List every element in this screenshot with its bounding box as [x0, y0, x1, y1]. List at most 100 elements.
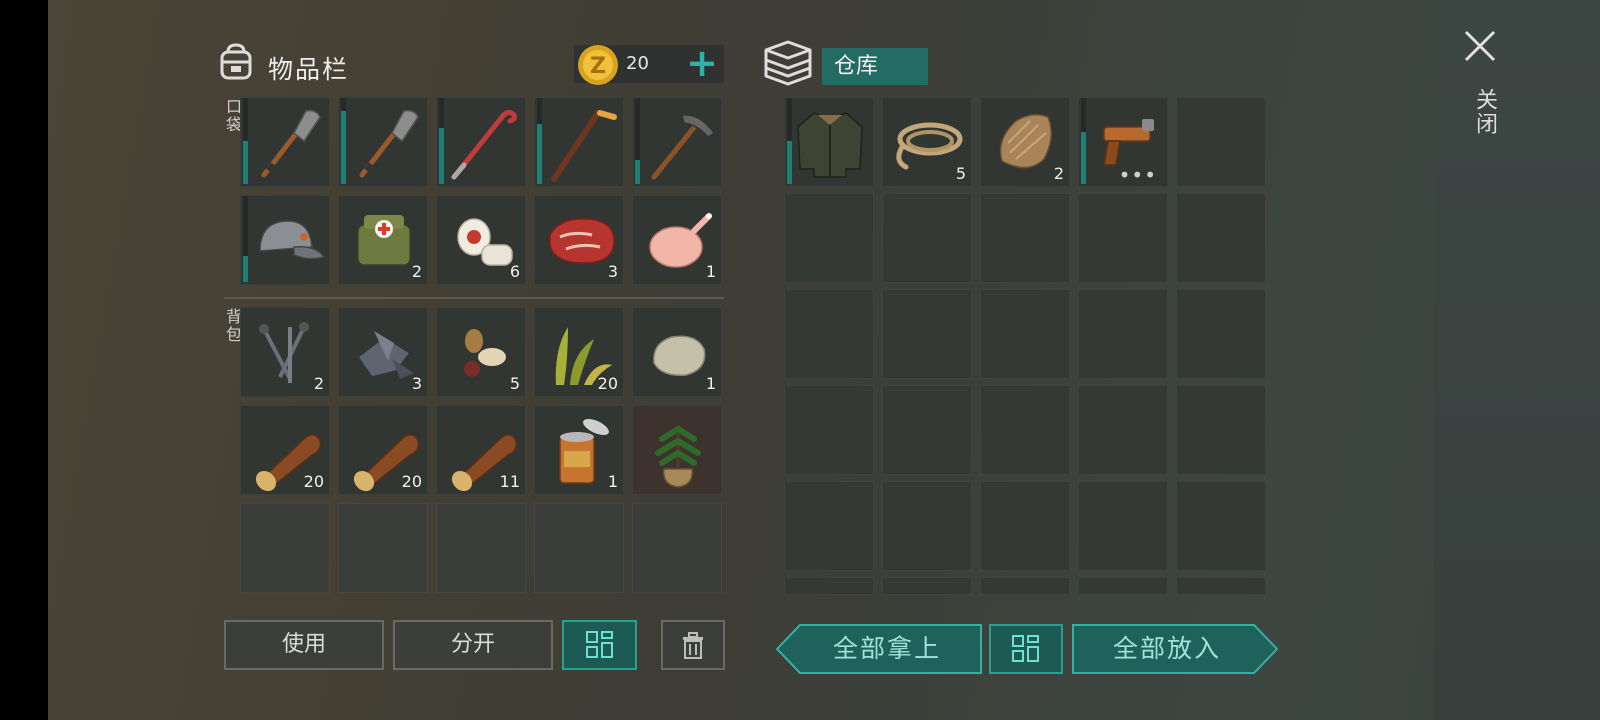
item-quantity: 1: [705, 262, 716, 281]
trash-button[interactable]: [661, 620, 725, 670]
item-quantity: 5: [955, 164, 966, 183]
pocket-slot-3[interactable]: [436, 97, 526, 187]
empty-slot[interactable]: [436, 503, 526, 593]
close-label[interactable]: 关闭: [1468, 88, 1500, 136]
split-button[interactable]: 分开: [393, 620, 553, 670]
storage-empty-slot[interactable]: [1078, 385, 1168, 475]
storage-empty-slot[interactable]: [1176, 193, 1266, 283]
backpack-slot-8[interactable]: 11: [436, 405, 526, 495]
empty-slot[interactable]: [338, 503, 428, 593]
backpack-slot-6[interactable]: 20: [240, 405, 330, 495]
storage-empty-slot[interactable]: [1078, 289, 1168, 379]
storage-slot-2[interactable]: 5: [882, 97, 972, 187]
storage-empty-slot[interactable]: [882, 289, 972, 379]
item-quantity: 5: [509, 374, 520, 393]
trash-icon: [683, 632, 703, 659]
pocket-slot-8[interactable]: 6: [436, 195, 526, 285]
put-all-label: 全部放入: [1112, 634, 1221, 663]
item-quantity: 20: [303, 472, 324, 491]
coin-icon: Z: [578, 45, 618, 85]
storage-empty-slot[interactable]: [784, 481, 874, 571]
backpack-slot-2[interactable]: 3: [338, 307, 428, 397]
storage-slot-3[interactable]: 2: [980, 97, 1070, 187]
storage-empty-slot[interactable]: [882, 577, 972, 595]
backpack-slot-3[interactable]: 5: [436, 307, 526, 397]
put-all-button[interactable]: 全部放入: [1072, 624, 1278, 674]
item-quantity: 20: [401, 472, 422, 491]
storage-empty-slot[interactable]: [980, 481, 1070, 571]
storage-icon: [764, 40, 812, 86]
item-quantity: 6: [509, 262, 520, 281]
item-quantity: 1: [607, 472, 618, 491]
item-quantity: 3: [411, 374, 422, 393]
backpack-slot-7[interactable]: 20: [338, 405, 428, 495]
sapling-icon: [655, 425, 701, 488]
storage-empty-slot[interactable]: [1078, 577, 1168, 595]
storage-empty-slot[interactable]: [784, 577, 874, 595]
pickaxe-icon: [651, 114, 716, 180]
empty-slot[interactable]: [240, 503, 330, 593]
backpack-slot-10[interactable]: [632, 405, 722, 495]
cap-icon: [259, 220, 326, 260]
pocket-slot-2[interactable]: [338, 97, 428, 187]
storage-empty-slot[interactable]: [1176, 481, 1266, 571]
storage-empty-slot[interactable]: [980, 289, 1070, 379]
storage-empty-slot[interactable]: [980, 577, 1070, 595]
pocket-slot-5[interactable]: [632, 97, 722, 187]
item-quantity: 2: [411, 262, 422, 281]
backpack-slot-1[interactable]: 2: [240, 307, 330, 397]
item-quantity: 2: [1053, 164, 1064, 183]
more-indicator: •••: [1118, 163, 1157, 187]
right-strip: [1434, 0, 1600, 720]
item-quantity: 2: [313, 374, 324, 393]
grid-icon: [1012, 635, 1039, 662]
grid-icon: [585, 631, 613, 658]
jacket-icon: [797, 112, 863, 178]
pocket-slot-4[interactable]: [534, 97, 624, 187]
storage-empty-slot[interactable]: [1176, 385, 1266, 475]
backpack-slot-5[interactable]: 1: [632, 307, 722, 397]
storage-empty-slot[interactable]: [784, 289, 874, 379]
add-coins-button[interactable]: +: [682, 44, 722, 84]
storage-empty-slot[interactable]: [882, 193, 972, 283]
svg-text:Z: Z: [590, 54, 606, 79]
storage-empty-slot[interactable]: [882, 481, 972, 571]
storage-empty-slot[interactable]: [1176, 577, 1266, 595]
storage-empty-slot[interactable]: [784, 193, 874, 283]
pocket-slot-1[interactable]: [240, 97, 330, 187]
storage-empty-slot[interactable]: [1176, 289, 1266, 379]
take-all-label: 全部拿上: [832, 634, 941, 663]
storage-empty-slot[interactable]: [1078, 481, 1168, 571]
pocket-slot-9[interactable]: 3: [534, 195, 624, 285]
crowbar-icon: [451, 109, 517, 180]
close-icon[interactable]: [1462, 28, 1498, 64]
backpack-slot-9[interactable]: 1: [534, 405, 624, 495]
storage-empty-slot[interactable]: [1078, 193, 1168, 283]
storage-empty-slot[interactable]: [1176, 97, 1266, 187]
storage-empty-slot[interactable]: [882, 385, 972, 475]
empty-slot[interactable]: [632, 503, 722, 593]
section-divider: [224, 297, 724, 299]
storage-slot-1[interactable]: [784, 97, 874, 187]
backpack-slot-4[interactable]: 20: [534, 307, 624, 397]
take-all-button[interactable]: 全部拿上: [776, 624, 982, 674]
storage-empty-slot[interactable]: [980, 193, 1070, 283]
pocket-slot-7[interactable]: 2: [338, 195, 428, 285]
empty-slot[interactable]: [534, 503, 624, 593]
storage-empty-slot[interactable]: [784, 385, 874, 475]
storage-slot-4[interactable]: •••: [1078, 97, 1168, 187]
storage-empty-slot[interactable]: [980, 385, 1070, 475]
backpack-icon: [220, 43, 252, 80]
storage-title: 仓库: [822, 48, 928, 85]
pocket-slot-10[interactable]: 1: [632, 195, 722, 285]
item-quantity: 11: [499, 472, 520, 491]
item-quantity: 20: [597, 374, 618, 393]
coin-count: 20: [626, 53, 649, 74]
pocket-slot-6[interactable]: [240, 195, 330, 285]
shovel-icon: [261, 109, 321, 178]
use-button[interactable]: 使用: [224, 620, 384, 670]
sort-inventory-button[interactable]: [562, 620, 637, 670]
hockey-stick-icon: [551, 110, 617, 182]
inventory-title: 物品栏: [268, 55, 350, 84]
sort-storage-button[interactable]: [989, 624, 1063, 674]
